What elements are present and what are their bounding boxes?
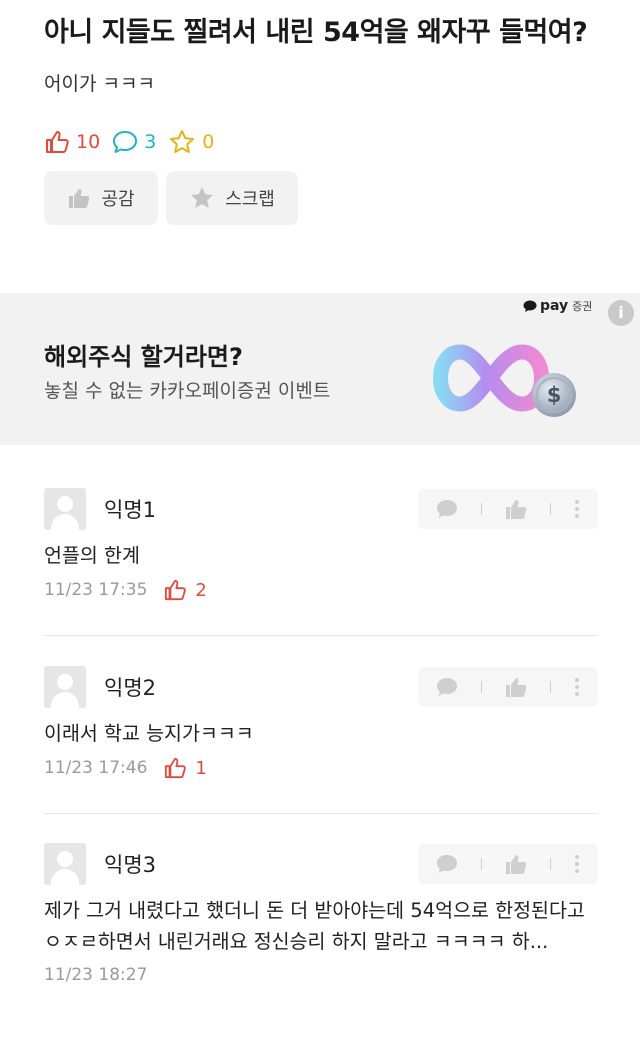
scrap-count-stat: 0 (168, 129, 214, 155)
comment-tools (418, 489, 598, 529)
reply-bubble-icon[interactable] (435, 853, 459, 875)
scrap-button[interactable]: 스크랩 (166, 171, 298, 225)
comment-count: 3 (144, 131, 157, 153)
comment-time: 11/23 17:35 (44, 580, 148, 600)
thumb-up-filled-icon (69, 189, 90, 208)
comment-item: 익명3 제가 그거 내렸다고 했더니 돈 더 받아야는데 54억으로 한정된다고… (44, 843, 598, 985)
post-body: 어이가 ㅋㅋㅋ (44, 73, 155, 95)
more-vertical-icon[interactable] (573, 677, 581, 697)
kakao-pay-bubble-icon (523, 300, 537, 312)
comment-author: 익명1 (104, 498, 157, 522)
default-avatar-icon (44, 843, 86, 885)
thumb-up-outline-icon (165, 579, 187, 601)
ad-title: 해외주식 할거라면? (44, 343, 243, 371)
scrap-button-label: 스크랩 (225, 189, 275, 210)
comment-text: 이래서 학교 능지가ㅋㅋㅋ (44, 722, 254, 745)
comment-like-count: 2 (195, 579, 207, 601)
comment-time: 11/23 18:27 (44, 965, 148, 985)
ad-brand-badge: pay 증권 (523, 298, 592, 314)
star-outline-icon (170, 130, 195, 153)
post-title: 아니 지들도 찔려서 내린 54억을 왜자꾸 들먹여? (44, 17, 588, 48)
comment-tools (418, 667, 598, 707)
like-count: 10 (76, 131, 101, 153)
post: 아니 지들도 찔려서 내린 54억을 왜자꾸 들먹여? 어이가 ㅋㅋㅋ 10 3… (0, 0, 640, 225)
comment-like-stat: 1 (163, 757, 207, 779)
comment-item: 익명2 이래서 학교 능지가ㅋㅋㅋ 11/23 17:46 1 (44, 666, 598, 779)
like-button-label: 공감 (101, 189, 135, 210)
comment-author: 익명2 (104, 676, 157, 700)
like-button[interactable]: 공감 (44, 171, 158, 225)
reply-bubble-icon[interactable] (435, 676, 459, 698)
more-vertical-icon[interactable] (573, 854, 581, 874)
scrap-count: 0 (202, 131, 215, 153)
star-filled-icon (191, 187, 214, 208)
default-avatar-icon (44, 666, 86, 708)
post-actions: 공감 스크랩 (44, 171, 596, 225)
default-avatar-icon (44, 488, 86, 530)
like-count-stat: 10 (44, 130, 100, 154)
comment-header: 익명2 (44, 666, 598, 708)
info-icon[interactable]: i (608, 300, 634, 326)
comment-item: 익명1 언플의 한계 11/23 17:35 2 (44, 488, 598, 601)
thumb-up-outline-icon (46, 131, 69, 153)
comment-text: 언플의 한계 (44, 544, 140, 567)
thumb-up-outline-icon (165, 757, 187, 779)
comment-divider (44, 813, 598, 814)
reply-bubble-icon[interactable] (435, 498, 459, 520)
speech-bubble-icon (113, 131, 138, 153)
comment-header: 익명3 (44, 843, 598, 885)
thumb-up-filled-icon[interactable] (504, 676, 528, 698)
ad-brand-pay: pay (540, 298, 569, 314)
comment-divider (44, 635, 598, 636)
ad-brand-suffix: 증권 (572, 300, 593, 313)
comment-like-count: 1 (195, 757, 207, 779)
comment-meta: 11/23 17:46 1 (44, 757, 598, 779)
coin-symbol: $ (547, 383, 562, 407)
comment-meta: 11/23 18:27 (44, 965, 598, 985)
comment-header: 익명1 (44, 488, 598, 530)
post-stats: 10 3 0 (44, 129, 596, 155)
comment-time: 11/23 17:46 (44, 758, 148, 778)
comment-text: 제가 그거 내렸다고 했더니 돈 더 받아야는데 54억으로 한정된다고 ㅇㅈㄹ… (44, 899, 585, 953)
infinity-coin-art: $ (433, 344, 576, 417)
comment-like-stat: 2 (163, 579, 207, 601)
thumb-up-filled-icon[interactable] (504, 498, 528, 520)
ad-subtitle: 놓칠 수 없는 카카오페이증권 이벤트 (44, 380, 331, 402)
comment-tools (418, 844, 598, 884)
comment-meta: 11/23 17:35 2 (44, 579, 598, 601)
comment-author: 익명3 (104, 853, 157, 877)
comment-count-stat: 3 (112, 130, 156, 154)
thumb-up-filled-icon[interactable] (504, 853, 528, 875)
more-vertical-icon[interactable] (573, 499, 581, 519)
